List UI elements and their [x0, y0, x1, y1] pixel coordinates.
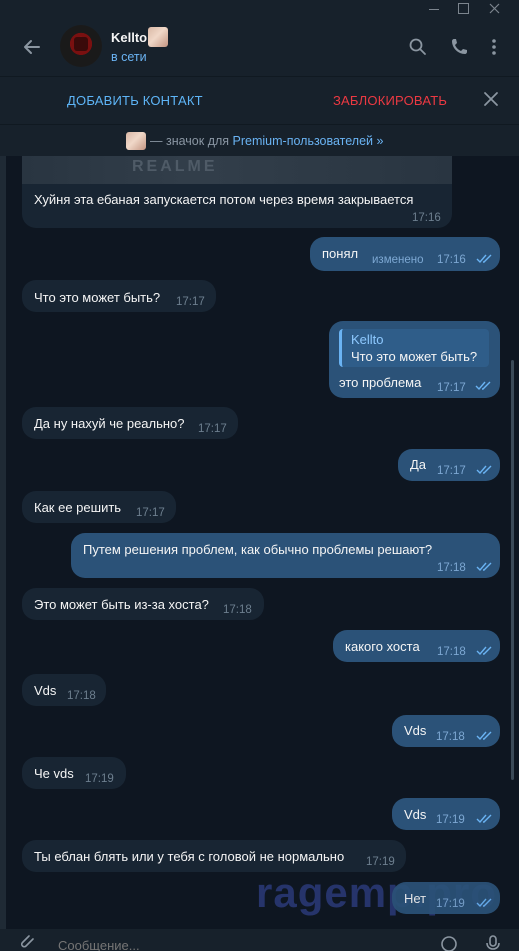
message-time: 17:18 [223, 604, 252, 616]
message-outgoing[interactable]: Vds 17:19 [392, 798, 500, 830]
message-incoming[interactable]: Что это может быть? 17:17 [22, 280, 216, 312]
microphone-icon[interactable] [484, 935, 502, 951]
message-text: Хуйня эта ебаная запускается потом через… [34, 192, 414, 207]
message-text: Да [410, 457, 427, 472]
minimize-button[interactable] [419, 0, 449, 18]
message-incoming[interactable]: Это может быть из-за хоста? 17:18 [22, 588, 264, 620]
image-preview[interactable]: REALME [22, 156, 452, 184]
message-incoming[interactable]: Как ее решить 17:17 [22, 491, 176, 523]
message-time: 17:18 [437, 646, 466, 658]
window-titlebar [0, 0, 519, 18]
emoji-icon[interactable] [440, 935, 458, 951]
message-text: Vds [404, 807, 427, 822]
image-preview-text: REALME [132, 158, 218, 175]
premium-emoji-icon [126, 132, 146, 150]
message-time: 17:17 [437, 465, 466, 477]
message-time: 17:17 [136, 507, 165, 519]
message-time: 17:19 [85, 773, 114, 785]
message-text: Как ее решить [34, 500, 122, 515]
premium-notice-bar: — значок для Premium-пользователей » [0, 124, 519, 156]
phone-icon[interactable] [449, 37, 469, 57]
premium-notice-text: — значок для Premium-пользователей » [150, 134, 383, 148]
message-outgoing[interactable]: понял изменено 17:16 [310, 237, 500, 271]
paperclip-icon[interactable] [20, 935, 38, 951]
read-checkmarks-icon [476, 254, 492, 264]
message-composer [0, 929, 519, 951]
message-incoming[interactable]: Че vds 17:19 [22, 757, 126, 789]
read-checkmarks-icon [476, 562, 492, 572]
message-input[interactable] [58, 937, 358, 951]
chat-header: Kellto в сети [0, 18, 519, 76]
message-time: 17:18 [437, 562, 466, 574]
close-icon[interactable] [483, 91, 499, 107]
message-outgoing[interactable]: какого хоста 17:18 [333, 630, 500, 662]
message-text: Vds [34, 683, 57, 698]
message-text: Это может быть из-за хоста? [34, 597, 209, 612]
message-time: 17:19 [366, 856, 395, 868]
message-time: 17:17 [437, 382, 466, 394]
message-outgoing[interactable]: Нет 17:19 [392, 882, 500, 914]
message-text: это проблема [339, 375, 422, 390]
message-text: Нет [404, 891, 427, 906]
contact-name[interactable]: Kellto [111, 30, 147, 45]
message-time: 17:17 [176, 296, 205, 308]
message-time: 17:18 [67, 690, 96, 702]
contact-action-bar: ДОБАВИТЬ КОНТАКТ ЗАБЛОКИРОВАТЬ [0, 76, 519, 124]
read-checkmarks-icon [475, 381, 491, 391]
message-text: Что это может быть? [34, 290, 161, 305]
message-outgoing[interactable]: Путем решения проблем, как обычно пробле… [71, 533, 500, 578]
message-text: Ты еблан блять или у тебя с головой не н… [34, 849, 345, 864]
premium-link[interactable]: Premium-пользователей » [233, 134, 384, 148]
read-checkmarks-icon [476, 814, 492, 824]
maximize-button[interactable] [448, 0, 478, 18]
avatar[interactable] [60, 25, 102, 67]
block-button[interactable]: ЗАБЛОКИРОВАТЬ [333, 93, 447, 108]
message-incoming[interactable]: Хуйня эта ебаная запускается потом через… [22, 184, 452, 228]
scrollbar-thumb[interactable] [511, 360, 514, 780]
message-text: Vds [404, 723, 427, 738]
window-close-button[interactable] [480, 0, 510, 18]
side-panel-edge [0, 156, 6, 929]
message-text: Че vds [34, 766, 74, 781]
message-time: 17:19 [436, 814, 465, 826]
contact-status: в сети [111, 50, 147, 64]
message-time: 17:17 [198, 423, 227, 435]
reply-text: Что это может быть? [351, 349, 478, 364]
message-time: 17:16 [437, 254, 466, 266]
read-checkmarks-icon [476, 731, 492, 741]
reply-author: Kellto [351, 332, 384, 347]
read-checkmarks-icon [476, 898, 492, 908]
premium-emoji-status-icon[interactable] [148, 27, 168, 47]
back-arrow-icon[interactable] [20, 35, 44, 59]
message-time: 17:19 [436, 898, 465, 910]
message-incoming[interactable]: Vds 17:18 [22, 674, 106, 706]
message-text: какого хоста [345, 639, 420, 654]
read-checkmarks-icon [476, 465, 492, 475]
premium-prefix: — значок для [150, 134, 233, 148]
add-contact-button[interactable]: ДОБАВИТЬ КОНТАКТ [67, 93, 203, 108]
message-time: 17:16 [412, 212, 441, 224]
message-time: 17:18 [436, 731, 465, 743]
message-text: понял [322, 246, 359, 261]
message-outgoing[interactable]: Vds 17:18 [392, 715, 500, 747]
edited-label: изменено [372, 254, 424, 266]
message-outgoing[interactable]: Kellto Что это может быть? это проблема … [329, 321, 500, 398]
read-checkmarks-icon [476, 646, 492, 656]
message-outgoing[interactable]: Да 17:17 [398, 449, 500, 481]
reply-quote[interactable]: Kellto Что это может быть? [339, 329, 489, 367]
message-text: Да ну нахуй че реально? [34, 416, 185, 431]
message-text: Путем решения проблем, как обычно пробле… [83, 542, 433, 557]
message-incoming[interactable]: Ты еблан блять или у тебя с головой не н… [22, 840, 406, 872]
more-vertical-icon[interactable] [484, 37, 504, 57]
search-icon[interactable] [408, 37, 428, 57]
message-incoming[interactable]: Да ну нахуй че реально? 17:17 [22, 407, 238, 439]
